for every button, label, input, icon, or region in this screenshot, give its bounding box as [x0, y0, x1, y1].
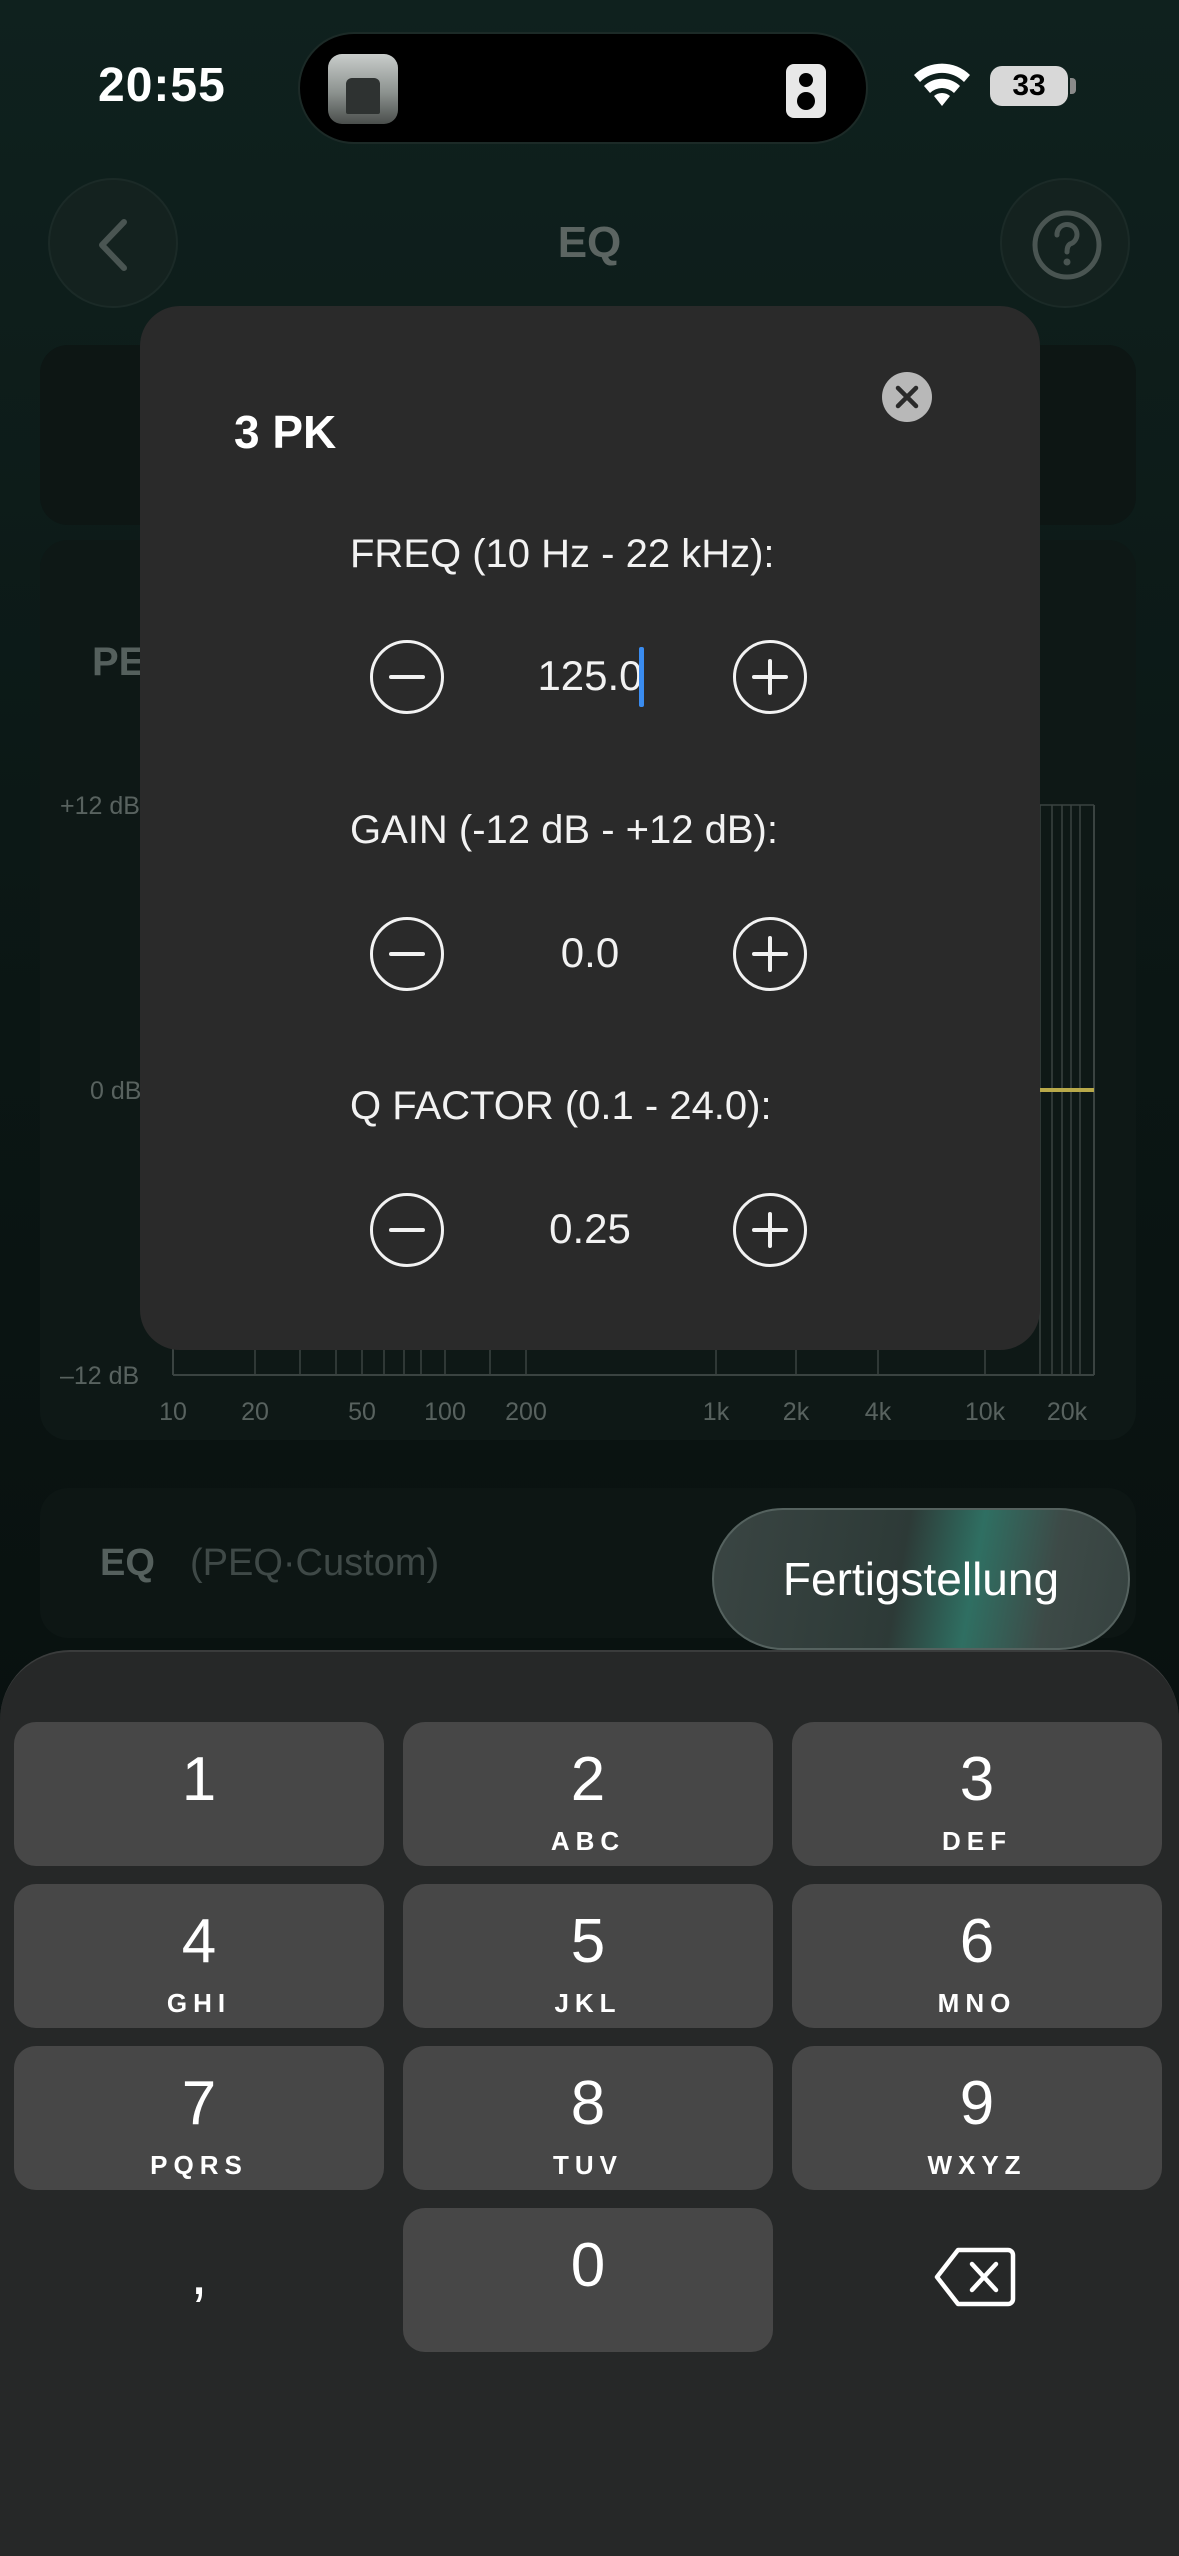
key-digit: 4: [181, 1907, 217, 1976]
x-tick-label: 20k: [1046, 1398, 1088, 1426]
key-2[interactable]: 2 ABC: [403, 1722, 773, 1866]
eq-row-label: EQ: [100, 1542, 155, 1584]
plus-icon: [752, 936, 788, 972]
x-tick-label: 2k: [782, 1398, 810, 1426]
key-6[interactable]: 6 MNO: [792, 1884, 1162, 2028]
minus-icon: [389, 675, 425, 679]
key-digit: 3: [959, 1745, 995, 1814]
minus-icon: [389, 952, 425, 956]
dialog-title: 3 PK: [234, 406, 337, 458]
key-digit: 6: [959, 1907, 995, 1976]
key-letters: GHI: [166, 1988, 232, 2018]
key-digit: 2: [570, 1745, 606, 1814]
key-9[interactable]: 9 WXYZ: [792, 2046, 1162, 2190]
text-cursor: [639, 647, 644, 707]
x-tick-label: 100: [424, 1398, 466, 1426]
key-digit: 5: [570, 1907, 606, 1976]
key-digit: 1: [181, 1745, 217, 1814]
gain-input[interactable]: 0.0: [490, 929, 690, 977]
gain-decrement-button[interactable]: [370, 917, 444, 991]
q-decrement-button[interactable]: [370, 1193, 444, 1267]
q-factor-label: Q FACTOR (0.1 - 24.0):: [350, 1084, 772, 1128]
freq-decrement-button[interactable]: [370, 640, 444, 714]
minus-icon: [389, 1228, 425, 1232]
eq-preset-name: (PEQ·Custom): [190, 1542, 440, 1584]
key-7[interactable]: 7 PQRS: [14, 2046, 384, 2190]
plus-icon: [752, 1212, 788, 1248]
plus-icon: [752, 659, 788, 695]
key-letters: JKL: [554, 1988, 622, 2018]
freq-label: FREQ (10 Hz - 22 kHz):: [350, 532, 775, 576]
x-tick-label: 10k: [964, 1398, 1006, 1426]
key-letters: DEF: [942, 1826, 1012, 1856]
key-digit: 9: [959, 2069, 995, 2138]
key-letters: WXYZ: [927, 2150, 1027, 2180]
x-tick-label: 200: [505, 1398, 547, 1426]
gain-label: GAIN (-12 dB - +12 dB):: [350, 808, 778, 852]
x-tick-label: 1k: [702, 1398, 730, 1426]
key-digit: 7: [181, 2069, 217, 2138]
key-digit: 0: [570, 2231, 606, 2300]
delete-icon[interactable]: [934, 2246, 1016, 2308]
x-tick-label: 20: [241, 1398, 269, 1426]
key-4[interactable]: 4 GHI: [14, 1884, 384, 2028]
key-letters: TUV: [553, 2150, 623, 2180]
gain-increment-button[interactable]: [733, 917, 807, 991]
key-digit: 8: [570, 2069, 606, 2138]
key-8[interactable]: 8 TUV: [403, 2046, 773, 2190]
freq-input[interactable]: 125.0: [490, 652, 690, 700]
x-tick-label: 50: [348, 1398, 376, 1426]
close-button[interactable]: [882, 372, 932, 422]
q-increment-button[interactable]: [733, 1193, 807, 1267]
key-letters: MNO: [937, 1988, 1017, 2018]
x-tick-label: 4k: [864, 1398, 892, 1426]
key-comma[interactable]: ,: [14, 2208, 384, 2352]
key-letters: PQRS: [150, 2150, 248, 2180]
key-0[interactable]: 0: [403, 2208, 773, 2352]
key-1[interactable]: 1: [14, 1722, 384, 1866]
key-letters: ABC: [550, 1826, 626, 1856]
q-factor-input[interactable]: 0.25: [490, 1205, 690, 1253]
key-3[interactable]: 3 DEF: [792, 1722, 1162, 1866]
key-digit: ,: [190, 2239, 208, 2308]
freq-increment-button[interactable]: [733, 640, 807, 714]
close-icon: [895, 385, 919, 409]
done-button[interactable]: Fertigstellung: [712, 1508, 1130, 1650]
x-tick-label: 10: [159, 1398, 187, 1426]
key-5[interactable]: 5 JKL: [403, 1884, 773, 2028]
